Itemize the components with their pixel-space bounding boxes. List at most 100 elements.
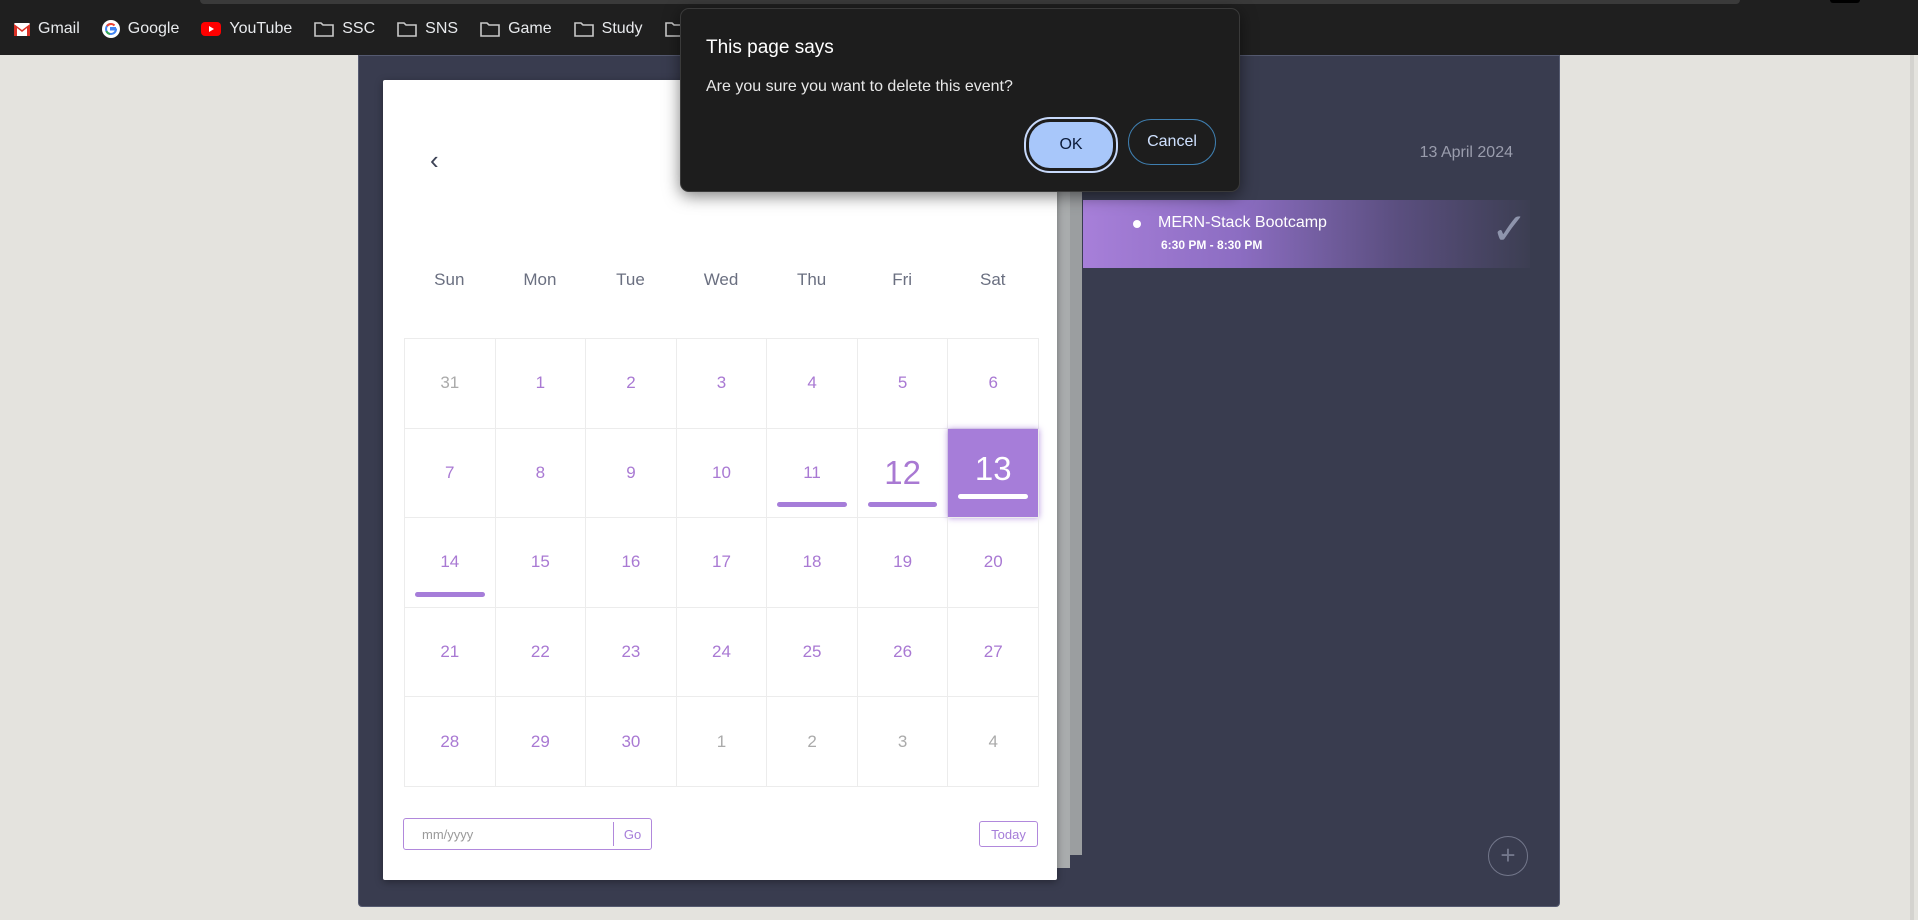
- day-cell[interactable]: 25: [767, 607, 858, 698]
- day-cell[interactable]: 31: [405, 339, 496, 429]
- day-number: 25: [802, 642, 822, 662]
- day-number: 18: [802, 552, 822, 572]
- bookmarks-list: Gmail Google YouTube SSC SNS Game Study: [14, 18, 703, 40]
- event-indicator: [415, 591, 485, 597]
- day-cell[interactable]: 9: [586, 428, 677, 519]
- dialog-title: This page says: [706, 37, 834, 58]
- day-cell[interactable]: 16: [586, 518, 677, 608]
- day-number: 23: [621, 642, 641, 662]
- ok-button[interactable]: OK: [1024, 117, 1118, 173]
- day-cell[interactable]: 2: [767, 697, 858, 787]
- check-icon[interactable]: ✓: [1491, 208, 1528, 252]
- day-cell[interactable]: 7: [405, 428, 496, 519]
- confirm-dialog: This page says Are you sure you want to …: [680, 8, 1240, 192]
- bookmark-label: SSC: [342, 20, 376, 37]
- add-event-button[interactable]: +: [1488, 836, 1528, 876]
- day-grid: 31 1 2 3 4 5 6 7 8 9 10 11 12 13 14 15 16 17 18 19 20 21 22 23 2…: [404, 338, 1039, 787]
- day-cell[interactable]: 28: [405, 697, 496, 787]
- day-number: 12: [884, 453, 921, 491]
- day-number: 1: [535, 373, 546, 393]
- day-cell[interactable]: 6: [948, 339, 1039, 429]
- bookmark-label: SNS: [425, 20, 459, 37]
- bookmark-folder-study[interactable]: Study: [573, 18, 643, 40]
- event-indicator: [777, 502, 847, 508]
- prev-month-button[interactable]: ‹: [430, 145, 439, 176]
- day-cell[interactable]: 27: [948, 607, 1039, 698]
- chevron-left-icon: ‹: [430, 145, 439, 175]
- day-number: 16: [621, 552, 641, 572]
- weekday-header: Sun Mon Tue Wed Thu Fri Sat: [404, 270, 1038, 290]
- bookmark-youtube[interactable]: YouTube: [201, 18, 292, 40]
- day-cell[interactable]: 10: [676, 428, 768, 519]
- weekday-tue: Tue: [616, 270, 645, 289]
- weekday-sun: Sun: [434, 270, 465, 289]
- weekday-fri: Fri: [892, 270, 913, 289]
- weekday-mon: Mon: [523, 270, 557, 289]
- day-cell[interactable]: 1: [676, 697, 768, 787]
- day-cell[interactable]: 29: [495, 697, 587, 787]
- day-cell[interactable]: 11: [767, 428, 858, 519]
- bookmark-label: YouTube: [229, 20, 293, 37]
- weekday-sat: Sat: [979, 270, 1006, 289]
- day-cell[interactable]: 20: [948, 518, 1039, 608]
- bookmark-google[interactable]: Google: [101, 18, 180, 40]
- day-number: 15: [530, 552, 550, 572]
- event-indicator: [867, 502, 938, 508]
- day-number: 10: [712, 462, 731, 482]
- day-cell[interactable]: 3: [676, 339, 768, 429]
- day-cell[interactable]: 22: [495, 607, 587, 698]
- gmail-icon: [14, 22, 30, 36]
- bookmark-folder-ssc[interactable]: SSC: [314, 18, 375, 40]
- day-number: 17: [712, 552, 731, 572]
- day-cell[interactable]: 5: [857, 339, 949, 429]
- youtube-icon: [201, 22, 222, 36]
- bookmark-label: Google: [127, 20, 180, 37]
- day-number: 3: [897, 731, 908, 751]
- day-cell[interactable]: 21: [405, 607, 496, 698]
- cancel-button[interactable]: Cancel: [1128, 119, 1216, 165]
- day-number: 19: [893, 552, 913, 572]
- day-cell-selected[interactable]: 13: [948, 428, 1039, 519]
- bookmark-folder-game[interactable]: Game: [480, 18, 552, 40]
- day-cell[interactable]: 4: [767, 339, 858, 429]
- day-cell[interactable]: 1: [495, 339, 587, 429]
- day-number: 3: [716, 373, 727, 393]
- day-cell[interactable]: 30: [586, 697, 677, 787]
- go-button[interactable]: Go: [613, 822, 651, 846]
- day-number: 24: [712, 642, 731, 662]
- dialog-message: Are you sure you want to delete this eve…: [706, 78, 1013, 95]
- day-cell[interactable]: 2: [586, 339, 677, 429]
- day-cell[interactable]: 8: [495, 428, 587, 519]
- bookmark-label: Study: [601, 20, 643, 37]
- month-year-input[interactable]: mm/yyyy: [404, 827, 613, 842]
- today-button[interactable]: Today: [979, 821, 1038, 847]
- event-title: MERN-Stack Bootcamp: [1158, 214, 1327, 231]
- bookmark-folder-sns[interactable]: SNS: [397, 18, 458, 40]
- folder-icon: [397, 21, 417, 37]
- day-number: 22: [530, 642, 550, 662]
- day-cell[interactable]: 23: [586, 607, 677, 698]
- bookmark-gmail[interactable]: Gmail: [14, 18, 80, 40]
- day-number: 5: [897, 373, 908, 393]
- day-number: 2: [807, 731, 817, 751]
- day-cell[interactable]: 26: [857, 607, 949, 698]
- day-cell[interactable]: 17: [676, 518, 768, 608]
- event-time: 6:30 PM - 8:30 PM: [1161, 238, 1263, 252]
- day-cell-today[interactable]: 12: [857, 428, 949, 519]
- day-cell[interactable]: 14: [405, 518, 496, 608]
- day-cell[interactable]: 24: [676, 607, 768, 698]
- day-number: 27: [983, 642, 1003, 662]
- day-number: 9: [626, 462, 636, 482]
- day-number: 26: [893, 642, 913, 662]
- event-item[interactable]: MERN-Stack Bootcamp 6:30 PM - 8:30 PM ✓: [1083, 200, 1530, 268]
- day-cell[interactable]: 3: [857, 697, 949, 787]
- omnibox-edge: [200, 0, 1740, 4]
- day-cell[interactable]: 19: [857, 518, 949, 608]
- day-cell[interactable]: 15: [495, 518, 587, 608]
- page-scrollbar[interactable]: [1910, 55, 1914, 920]
- selected-date: 13 April 2024: [1419, 144, 1513, 161]
- bookmark-label: Game: [508, 20, 552, 37]
- event-indicator: [958, 494, 1028, 500]
- day-cell[interactable]: 4: [948, 697, 1039, 787]
- day-cell[interactable]: 18: [767, 518, 858, 608]
